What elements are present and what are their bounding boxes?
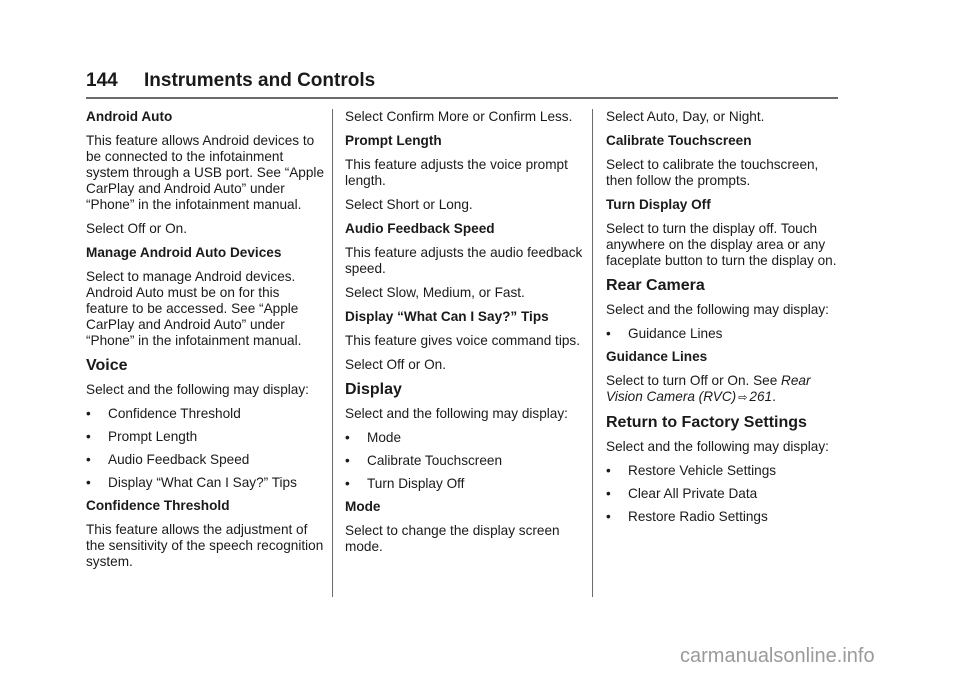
bullet-icon: • <box>606 509 611 524</box>
section-heading: Prompt Length <box>345 133 442 148</box>
list-item: • Prompt Length <box>86 429 198 444</box>
list-item: • Mode <box>345 430 402 445</box>
paragraph: This feature adjusts the voice prompt le… <box>345 157 568 188</box>
bullet-icon: • <box>345 476 350 491</box>
paragraph: Select Off or On. <box>86 221 187 236</box>
paragraph: Select and the following may display: <box>86 382 309 397</box>
list-item: • Audio Feedback Speed <box>86 452 250 467</box>
page-number: 144 <box>86 70 118 91</box>
paragraph: Select to turn the display off. Touch an… <box>606 221 837 268</box>
paragraph: This feature allows Android devices to b… <box>86 133 325 212</box>
section-title: Display <box>345 381 402 398</box>
paragraph: Select Off or On. <box>345 357 446 372</box>
bullet-icon: • <box>606 463 611 478</box>
section-heading: Calibrate Touchscreen <box>606 133 752 148</box>
paragraph: Select to change the display screen mode… <box>345 523 560 554</box>
paragraph: Select Slow, Medium, or Fast. <box>345 285 525 300</box>
bullet-icon: • <box>606 486 611 501</box>
paragraph: Select to turn Off or On. See Rear Visio… <box>606 373 811 404</box>
bullet-icon: • <box>606 326 611 341</box>
column-1: Android Auto This feature allows Android… <box>86 109 324 578</box>
list-item: • Display “What Can I Say?” Tips <box>86 475 297 490</box>
list-item: • Calibrate Touchscreen <box>345 453 503 468</box>
paragraph: Select and the following may display: <box>606 302 829 317</box>
bullet-icon: • <box>345 430 350 445</box>
section-heading: Confidence Threshold <box>86 498 230 513</box>
bullet-icon: • <box>345 453 350 468</box>
section-title: Return to Factory Settings <box>606 414 807 431</box>
watermark: carmanualsonline.info <box>680 645 875 667</box>
paragraph: This feature adjusts the audio feedback … <box>345 245 583 276</box>
section-title: Rear Camera <box>606 277 705 294</box>
cross-reference-page[interactable]: 261 <box>749 389 772 404</box>
list-item: • Guidance Lines <box>606 326 723 341</box>
header-rule <box>86 97 838 99</box>
list-item: • Clear All Private Data <box>606 486 758 501</box>
bullet-icon: • <box>86 429 91 444</box>
column-3: Select Auto, Day, or Night. Calibrate To… <box>606 109 844 532</box>
column-divider <box>332 109 333 597</box>
list-item: • Confidence Threshold <box>86 406 241 421</box>
column-2: Select Confirm More or Confirm Less. Pro… <box>345 109 583 563</box>
paragraph: Select Auto, Day, or Night. <box>606 109 765 124</box>
paragraph: Select to calibrate the touchscreen, the… <box>606 157 819 188</box>
section-heading: Turn Display Off <box>606 197 711 212</box>
paragraph: Select and the following may display: <box>345 406 568 421</box>
section-heading: Guidance Lines <box>606 349 708 364</box>
bullet-icon: • <box>86 452 91 467</box>
bullet-icon: • <box>86 406 91 421</box>
list-item: • Turn Display Off <box>345 476 465 491</box>
paragraph: Select and the following may display: <box>606 439 829 454</box>
section-heading: Display “What Can I Say?” Tips <box>345 309 549 324</box>
paragraph: This feature allows the adjustment of th… <box>86 522 324 569</box>
page-reference-arrow-icon: ⇨ <box>738 392 748 404</box>
section-heading: Manage Android Auto Devices <box>86 245 282 260</box>
list-item: • Restore Vehicle Settings <box>606 463 777 478</box>
column-divider <box>592 109 593 597</box>
list-item: • Restore Radio Settings <box>606 509 768 524</box>
paragraph: This feature gives voice command tips. <box>345 333 580 348</box>
paragraph: Select Confirm More or Confirm Less. <box>345 109 573 124</box>
section-heading: Android Auto <box>86 109 173 124</box>
section-title: Voice <box>86 357 128 374</box>
paragraph: Select Short or Long. <box>345 197 473 212</box>
paragraph: Select to manage Android devices. Androi… <box>86 269 302 348</box>
page-title: Instruments and Controls <box>144 70 376 91</box>
section-heading: Mode <box>345 499 381 514</box>
bullet-icon: • <box>86 475 91 490</box>
section-heading: Audio Feedback Speed <box>345 221 495 236</box>
